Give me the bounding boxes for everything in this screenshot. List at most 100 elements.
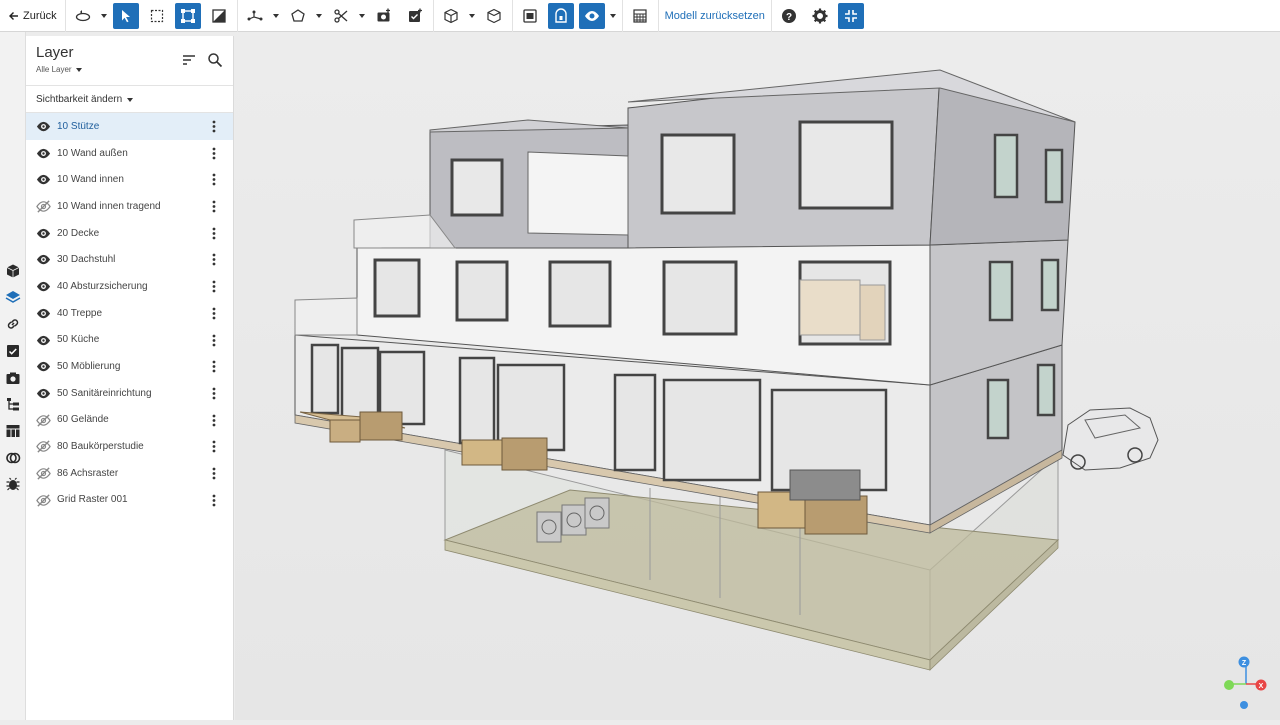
layer-name: 50 Küche: [57, 334, 100, 346]
select-tool-button[interactable]: [113, 2, 140, 29]
more-options-icon[interactable]: [209, 199, 219, 214]
negative-z-handle[interactable]: [1240, 701, 1248, 709]
layers-tab[interactable]: [5, 289, 21, 305]
eye-icon[interactable]: [36, 172, 51, 187]
bug-icon: [6, 477, 20, 491]
more-options-icon[interactable]: [209, 279, 219, 294]
layer-row[interactable]: 40 Absturzsicherung: [26, 273, 233, 300]
axis-gizmo[interactable]: Z X: [1224, 656, 1267, 710]
layer-row[interactable]: 50 Möblierung: [26, 353, 233, 380]
layer-row[interactable]: 10 Wand außen: [26, 140, 233, 167]
back-button[interactable]: Zurück: [0, 0, 63, 32]
eye-icon: [585, 10, 600, 21]
eye-icon[interactable]: [36, 252, 51, 267]
reset-model-link[interactable]: Modell zurücksetzen: [661, 10, 769, 22]
eye-icon[interactable]: [36, 359, 51, 374]
more-options-icon[interactable]: [209, 226, 219, 241]
layer-name: 50 Möblierung: [57, 361, 121, 373]
layer-row[interactable]: 10 Stütze: [26, 113, 233, 140]
search-button[interactable]: [207, 52, 223, 68]
eye-icon[interactable]: [36, 279, 51, 294]
view-cube-button[interactable]: [438, 3, 464, 29]
layer-name: 60 Gelände: [57, 414, 109, 426]
bounding-box-button[interactable]: [175, 2, 202, 29]
layer-filter-dropdown[interactable]: Alle Layer: [36, 65, 82, 74]
layer-row[interactable]: Grid Raster 001: [26, 487, 233, 514]
orbit-dropdown[interactable]: [99, 3, 109, 29]
objects-tab[interactable]: [5, 263, 21, 279]
issues-tab[interactable]: [5, 476, 21, 492]
create-task-button[interactable]: [402, 3, 428, 29]
clash-tab[interactable]: [5, 450, 21, 466]
cut-dropdown[interactable]: [357, 3, 367, 29]
layer-row[interactable]: 10 Wand innen tragend: [26, 193, 233, 220]
box-select-icon: [151, 9, 164, 22]
eye-off-icon[interactable]: [36, 413, 51, 428]
view-cube-dropdown[interactable]: [467, 3, 477, 29]
snapshots-tab[interactable]: [5, 370, 21, 386]
building-3d-model[interactable]: Z X: [235, 32, 1280, 720]
more-options-icon[interactable]: [209, 146, 219, 161]
sort-button[interactable]: [181, 52, 197, 68]
eye-icon[interactable]: [36, 333, 51, 348]
more-options-icon[interactable]: [209, 306, 219, 321]
layer-row[interactable]: 10 Wand innen: [26, 166, 233, 193]
more-options-icon[interactable]: [209, 359, 219, 374]
visibility-button[interactable]: [579, 2, 606, 29]
layer-name: 40 Treppe: [57, 307, 103, 319]
more-options-icon[interactable]: [209, 413, 219, 428]
eye-off-icon[interactable]: [36, 493, 51, 508]
eye-off-icon[interactable]: [36, 439, 51, 454]
eye-off-icon[interactable]: [36, 466, 51, 481]
view-cube-outline-button[interactable]: [481, 3, 507, 29]
layer-row[interactable]: 40 Treppe: [26, 300, 233, 327]
more-options-icon[interactable]: [209, 172, 219, 187]
orbit-icon: [75, 9, 91, 21]
grid-button[interactable]: [627, 3, 653, 29]
settings-button[interactable]: [807, 3, 833, 29]
more-options-icon[interactable]: [209, 386, 219, 401]
lock-frame-button[interactable]: [548, 2, 575, 29]
more-options-icon[interactable]: [209, 119, 219, 134]
layer-row[interactable]: 60 Gelände: [26, 407, 233, 434]
orbit-button[interactable]: [70, 3, 96, 29]
polygon-button[interactable]: [285, 3, 311, 29]
more-options-icon[interactable]: [209, 466, 219, 481]
tree-tab[interactable]: [5, 396, 21, 412]
eye-icon[interactable]: [36, 306, 51, 321]
collapse-button[interactable]: [838, 2, 865, 29]
more-options-icon[interactable]: [209, 493, 219, 508]
polygon-dropdown[interactable]: [314, 3, 324, 29]
measure-button[interactable]: [242, 3, 268, 29]
eye-icon[interactable]: [36, 226, 51, 241]
visibility-dropdown[interactable]: [608, 3, 618, 29]
layer-row[interactable]: 86 Achsraster: [26, 460, 233, 487]
eye-icon[interactable]: [36, 146, 51, 161]
tasks-tab[interactable]: [5, 343, 21, 359]
more-options-icon[interactable]: [209, 252, 219, 267]
measure-dropdown[interactable]: [271, 3, 281, 29]
visibility-dropdown[interactable]: Sichtbarkeit ändern: [26, 86, 233, 113]
layer-row[interactable]: 50 Sanitäreinrichtung: [26, 380, 233, 407]
y-axis-handle[interactable]: [1224, 680, 1234, 690]
layer-row[interactable]: 20 Decke: [26, 220, 233, 247]
links-tab[interactable]: [5, 316, 21, 332]
layer-row[interactable]: 80 Baukörperstudie: [26, 433, 233, 460]
layer-row[interactable]: 30 Dachstuhl: [26, 246, 233, 273]
section-button[interactable]: [206, 3, 232, 29]
gear-icon: [812, 8, 828, 23]
more-options-icon[interactable]: [209, 439, 219, 454]
snapshot-button[interactable]: [371, 3, 397, 29]
more-options-icon[interactable]: [209, 333, 219, 348]
layer-name: 30 Dachstuhl: [57, 254, 116, 266]
eye-icon[interactable]: [36, 386, 51, 401]
eye-icon[interactable]: [36, 119, 51, 134]
table-tab[interactable]: [5, 423, 21, 439]
box-select-button[interactable]: [144, 3, 170, 29]
model-viewport[interactable]: Z X: [235, 32, 1280, 720]
cut-button[interactable]: [328, 3, 354, 29]
eye-off-icon[interactable]: [36, 199, 51, 214]
view-camera-button[interactable]: [517, 3, 543, 29]
help-button[interactable]: ?: [776, 3, 802, 29]
layer-row[interactable]: 50 Küche: [26, 327, 233, 354]
